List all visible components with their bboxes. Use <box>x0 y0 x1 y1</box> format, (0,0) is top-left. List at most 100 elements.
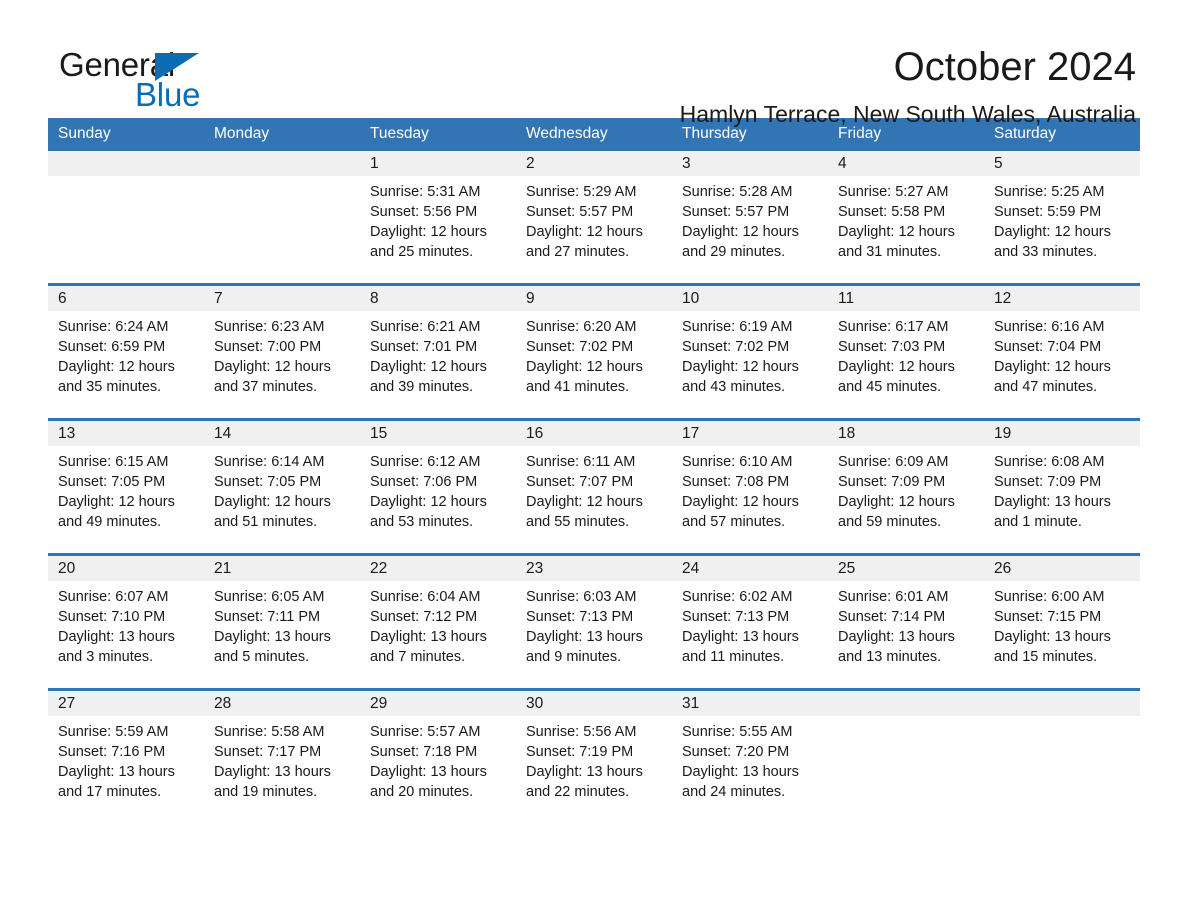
day-cell[interactable]: 9 Sunrise: 6:20 AM Sunset: 7:02 PM Dayli… <box>516 283 672 420</box>
day-number: 7 <box>204 286 360 311</box>
day-cell[interactable]: 20 Sunrise: 6:07 AM Sunset: 7:10 PM Dayl… <box>48 553 204 690</box>
day-number: 11 <box>828 286 984 311</box>
day-number: 6 <box>48 286 204 311</box>
sunset-text: Sunset: 7:02 PM <box>526 339 634 355</box>
day-details: Sunrise: 6:09 AM Sunset: 7:09 PM Dayligh… <box>828 446 984 532</box>
day-details: Sunrise: 5:31 AM Sunset: 5:56 PM Dayligh… <box>360 176 516 262</box>
day-cell[interactable]: 15 Sunrise: 6:12 AM Sunset: 7:06 PM Dayl… <box>360 418 516 555</box>
day-details: Sunrise: 5:56 AM Sunset: 7:19 PM Dayligh… <box>516 716 672 802</box>
weekday-header-monday: Monday <box>204 118 360 151</box>
sunrise-text: Sunrise: 6:11 AM <box>526 454 636 470</box>
daylight-text-line2: and 25 minutes. <box>370 244 474 260</box>
daylight-text-line2: and 59 minutes. <box>838 514 942 530</box>
day-details: Sunrise: 6:20 AM Sunset: 7:02 PM Dayligh… <box>516 311 672 397</box>
daylight-text-line2: and 19 minutes. <box>214 784 318 800</box>
day-details: Sunrise: 6:10 AM Sunset: 7:08 PM Dayligh… <box>672 446 828 532</box>
day-details: Sunrise: 6:08 AM Sunset: 7:09 PM Dayligh… <box>984 446 1140 532</box>
day-cell[interactable]: 26 Sunrise: 6:00 AM Sunset: 7:15 PM Dayl… <box>984 553 1140 690</box>
day-cell[interactable]: 16 Sunrise: 6:11 AM Sunset: 7:07 PM Dayl… <box>516 418 672 555</box>
daylight-text-line1: Daylight: 12 hours <box>994 224 1111 240</box>
sunset-text: Sunset: 5:57 PM <box>682 204 790 220</box>
sunrise-text: Sunrise: 6:23 AM <box>214 319 325 335</box>
day-details <box>828 716 984 722</box>
generalblue-logo[interactable]: General Blue <box>59 48 319 118</box>
day-details: Sunrise: 5:58 AM Sunset: 7:17 PM Dayligh… <box>204 716 360 802</box>
sunset-text: Sunset: 7:20 PM <box>682 744 790 760</box>
sunrise-text: Sunrise: 5:28 AM <box>682 184 793 200</box>
day-cell[interactable] <box>828 688 984 823</box>
day-cell[interactable]: 21 Sunrise: 6:05 AM Sunset: 7:11 PM Dayl… <box>204 553 360 690</box>
sunset-text: Sunset: 7:13 PM <box>526 609 634 625</box>
daylight-text-line1: Daylight: 12 hours <box>214 359 331 375</box>
sunset-text: Sunset: 7:18 PM <box>370 744 478 760</box>
week-row: 27 Sunrise: 5:59 AM Sunset: 7:16 PM Dayl… <box>48 688 1140 823</box>
day-details <box>204 176 360 182</box>
day-cell[interactable]: 4 Sunrise: 5:27 AM Sunset: 5:58 PM Dayli… <box>828 151 984 285</box>
day-cell[interactable] <box>48 151 204 285</box>
day-cell[interactable]: 2 Sunrise: 5:29 AM Sunset: 5:57 PM Dayli… <box>516 151 672 285</box>
day-cell[interactable]: 24 Sunrise: 6:02 AM Sunset: 7:13 PM Dayl… <box>672 553 828 690</box>
sunrise-text: Sunrise: 6:03 AM <box>526 589 637 605</box>
day-cell[interactable]: 29 Sunrise: 5:57 AM Sunset: 7:18 PM Dayl… <box>360 688 516 823</box>
day-number: 1 <box>360 151 516 176</box>
day-cell[interactable]: 27 Sunrise: 5:59 AM Sunset: 7:16 PM Dayl… <box>48 688 204 823</box>
daylight-text-line1: Daylight: 12 hours <box>526 494 643 510</box>
daylight-text-line1: Daylight: 13 hours <box>526 764 643 780</box>
day-cell[interactable]: 28 Sunrise: 5:58 AM Sunset: 7:17 PM Dayl… <box>204 688 360 823</box>
day-number: 30 <box>516 691 672 716</box>
day-details: Sunrise: 6:23 AM Sunset: 7:00 PM Dayligh… <box>204 311 360 397</box>
daylight-text-line2: and 35 minutes. <box>58 379 162 395</box>
day-cell[interactable]: 7 Sunrise: 6:23 AM Sunset: 7:00 PM Dayli… <box>204 283 360 420</box>
day-details: Sunrise: 5:29 AM Sunset: 5:57 PM Dayligh… <box>516 176 672 262</box>
sunrise-text: Sunrise: 6:20 AM <box>526 319 637 335</box>
daylight-text-line1: Daylight: 12 hours <box>370 494 487 510</box>
day-cell[interactable]: 30 Sunrise: 5:56 AM Sunset: 7:19 PM Dayl… <box>516 688 672 823</box>
daylight-text-line2: and 43 minutes. <box>682 379 786 395</box>
daylight-text-line2: and 45 minutes. <box>838 379 942 395</box>
day-cell[interactable]: 1 Sunrise: 5:31 AM Sunset: 5:56 PM Dayli… <box>360 151 516 285</box>
day-number: 4 <box>828 151 984 176</box>
daylight-text-line1: Daylight: 13 hours <box>994 494 1111 510</box>
daylight-text-line2: and 55 minutes. <box>526 514 630 530</box>
day-cell[interactable]: 3 Sunrise: 5:28 AM Sunset: 5:57 PM Dayli… <box>672 151 828 285</box>
daylight-text-line2: and 1 minute. <box>994 514 1082 530</box>
daylight-text-line1: Daylight: 12 hours <box>526 359 643 375</box>
sunrise-text: Sunrise: 6:09 AM <box>838 454 949 470</box>
day-cell[interactable]: 14 Sunrise: 6:14 AM Sunset: 7:05 PM Dayl… <box>204 418 360 555</box>
day-cell[interactable]: 5 Sunrise: 5:25 AM Sunset: 5:59 PM Dayli… <box>984 151 1140 285</box>
daylight-text-line2: and 33 minutes. <box>994 244 1098 260</box>
sunrise-text: Sunrise: 6:05 AM <box>214 589 325 605</box>
sunset-text: Sunset: 7:06 PM <box>370 474 478 490</box>
day-details: Sunrise: 6:01 AM Sunset: 7:14 PM Dayligh… <box>828 581 984 667</box>
daylight-text-line1: Daylight: 13 hours <box>994 629 1111 645</box>
day-cell[interactable]: 13 Sunrise: 6:15 AM Sunset: 7:05 PM Dayl… <box>48 418 204 555</box>
day-number: 26 <box>984 556 1140 581</box>
day-cell[interactable]: 31 Sunrise: 5:55 AM Sunset: 7:20 PM Dayl… <box>672 688 828 823</box>
daylight-text-line2: and 9 minutes. <box>526 649 622 665</box>
day-cell[interactable]: 11 Sunrise: 6:17 AM Sunset: 7:03 PM Dayl… <box>828 283 984 420</box>
day-cell[interactable]: 6 Sunrise: 6:24 AM Sunset: 6:59 PM Dayli… <box>48 283 204 420</box>
day-cell[interactable] <box>984 688 1140 823</box>
sunset-text: Sunset: 5:56 PM <box>370 204 478 220</box>
week-row: 13 Sunrise: 6:15 AM Sunset: 7:05 PM Dayl… <box>48 418 1140 555</box>
day-cell[interactable]: 23 Sunrise: 6:03 AM Sunset: 7:13 PM Dayl… <box>516 553 672 690</box>
day-cell[interactable]: 17 Sunrise: 6:10 AM Sunset: 7:08 PM Dayl… <box>672 418 828 555</box>
day-cell[interactable]: 10 Sunrise: 6:19 AM Sunset: 7:02 PM Dayl… <box>672 283 828 420</box>
day-cell[interactable]: 25 Sunrise: 6:01 AM Sunset: 7:14 PM Dayl… <box>828 553 984 690</box>
daylight-text-line1: Daylight: 12 hours <box>682 494 799 510</box>
sunset-text: Sunset: 5:57 PM <box>526 204 634 220</box>
day-cell[interactable]: 12 Sunrise: 6:16 AM Sunset: 7:04 PM Dayl… <box>984 283 1140 420</box>
day-number <box>828 691 984 716</box>
day-details: Sunrise: 6:15 AM Sunset: 7:05 PM Dayligh… <box>48 446 204 532</box>
daylight-text-line1: Daylight: 12 hours <box>838 494 955 510</box>
day-cell[interactable]: 18 Sunrise: 6:09 AM Sunset: 7:09 PM Dayl… <box>828 418 984 555</box>
daylight-text-line1: Daylight: 13 hours <box>58 629 175 645</box>
day-number: 24 <box>672 556 828 581</box>
day-cell[interactable]: 8 Sunrise: 6:21 AM Sunset: 7:01 PM Dayli… <box>360 283 516 420</box>
day-cell[interactable]: 22 Sunrise: 6:04 AM Sunset: 7:12 PM Dayl… <box>360 553 516 690</box>
sunrise-text: Sunrise: 6:14 AM <box>214 454 325 470</box>
page-title: October 2024 <box>893 45 1136 89</box>
day-cell[interactable]: 19 Sunrise: 6:08 AM Sunset: 7:09 PM Dayl… <box>984 418 1140 555</box>
sunset-text: Sunset: 5:58 PM <box>838 204 946 220</box>
day-cell[interactable] <box>204 151 360 285</box>
